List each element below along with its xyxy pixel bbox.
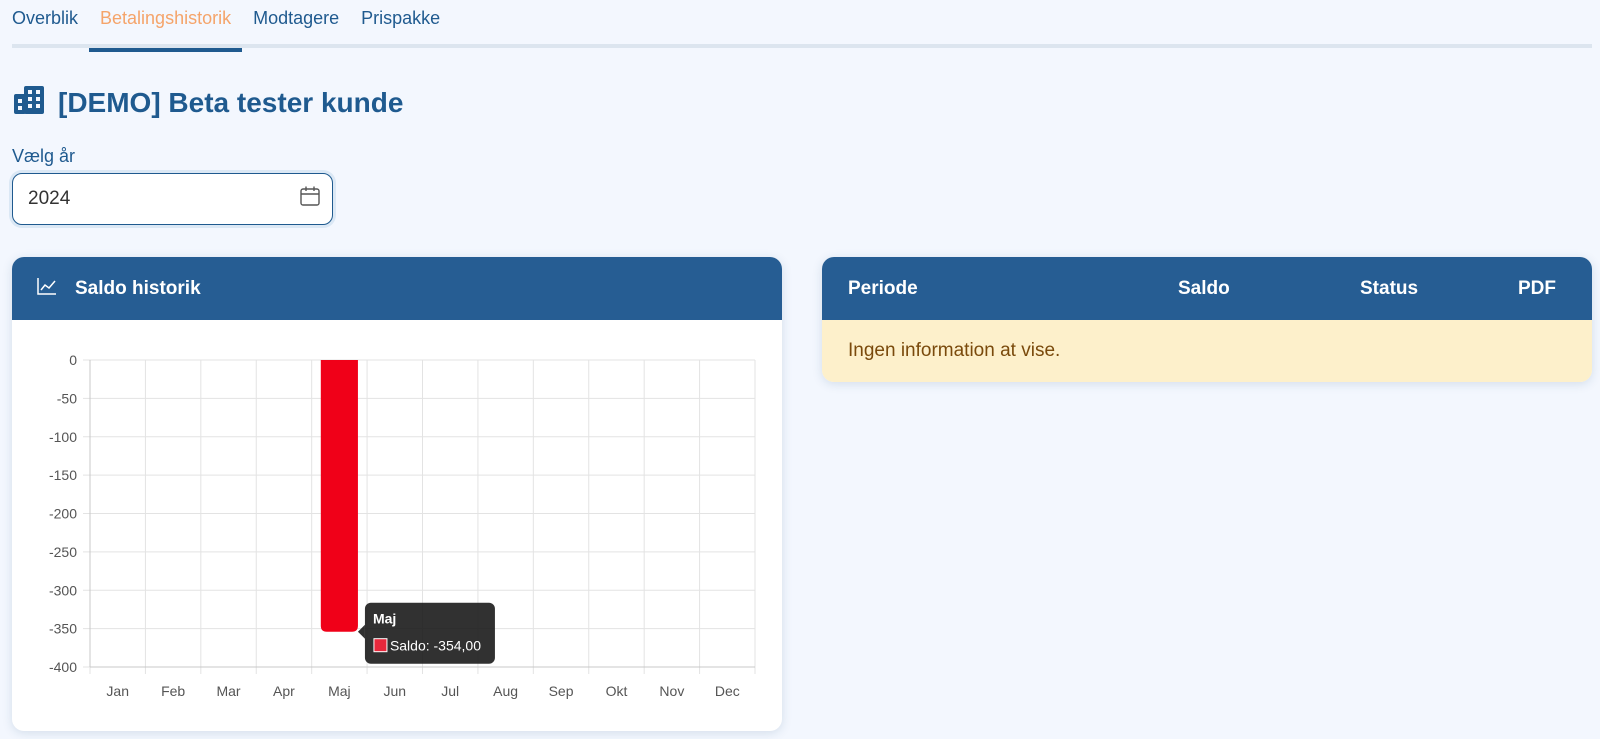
bar-maj (320, 360, 358, 632)
column-header-pdf[interactable]: PDF (1518, 278, 1556, 300)
y-tick-label: -50 (57, 390, 77, 406)
y-tick-label: -350 (49, 621, 77, 637)
saldo-bar-chart: 0 -50 -100 -150 -200 -250 -300 -350 -400 Jan Feb Ma… (49, 352, 756, 699)
y-tick-label: -250 (49, 544, 77, 560)
column-header-periode[interactable]: Periode (848, 278, 1178, 300)
x-tick-label: Nov (659, 683, 684, 699)
year-select-input[interactable]: 2024 (12, 173, 333, 225)
x-tick-label: Dec (715, 683, 740, 699)
x-tick-label: Maj (328, 683, 351, 699)
payments-table-header: Periode Saldo Status PDF (822, 257, 1592, 320)
y-tick-label: -150 (49, 467, 77, 483)
x-tick-label: Jul (441, 683, 459, 699)
saldo-history-title: Saldo historik (75, 277, 201, 299)
year-value: 2024 (28, 188, 71, 209)
y-tick-label: -200 (49, 506, 77, 522)
tab-betalingshistorik[interactable]: Betalingshistorik (89, 0, 243, 52)
year-select-label: Vælg år (12, 146, 76, 166)
column-header-status[interactable]: Status (1360, 278, 1518, 300)
y-tick-label: 0 (69, 352, 77, 368)
tab-modtagere[interactable]: Modtagere (242, 0, 350, 48)
tab-overblik[interactable]: Overblik (12, 0, 89, 48)
y-tick-label: -100 (49, 429, 77, 445)
empty-state-message: Ingen information at vise. (848, 340, 1061, 361)
tooltip-label: Saldo: -354,00 (390, 638, 481, 654)
x-tick-label: Jun (384, 683, 407, 699)
tab-prispakke[interactable]: Prispakke (350, 0, 451, 48)
tooltip-color-swatch (373, 638, 388, 653)
y-tick-label: -300 (49, 582, 77, 598)
column-header-saldo[interactable]: Saldo (1178, 278, 1360, 300)
page-header: [DEMO] Beta tester kunde (14, 86, 403, 119)
x-tick-label: Jan (106, 683, 129, 699)
page-title: [DEMO] Beta tester kunde (58, 86, 404, 118)
tooltip-title: Maj (373, 611, 396, 627)
calendar-icon[interactable] (299, 185, 321, 213)
x-tick-label: Okt (606, 683, 628, 699)
x-tick-label: Sep (549, 683, 574, 699)
saldo-history-card: Saldo historik 0 -50 -100 -150 -200 -250 -300 -… (12, 257, 782, 731)
x-tick-label: Feb (161, 683, 185, 699)
tab-bar: Overblik Betalingshistorik Modtagere Pri… (12, 0, 1592, 52)
chart-tooltip: Maj Saldo: -354,00 (357, 602, 495, 664)
x-tick-label: Mar (216, 683, 240, 699)
empty-state-alert: Ingen information at vise. (822, 320, 1592, 382)
line-chart-icon (37, 277, 57, 301)
payments-table-card: Periode Saldo Status PDF Ingen informati… (822, 257, 1592, 382)
saldo-history-header: Saldo historik (12, 257, 782, 320)
tooltip-caret (357, 624, 365, 639)
x-tick-label: Aug (493, 683, 518, 699)
building-icon (14, 86, 44, 119)
x-tick-label: Apr (273, 683, 295, 699)
y-tick-label: -400 (49, 659, 77, 675)
